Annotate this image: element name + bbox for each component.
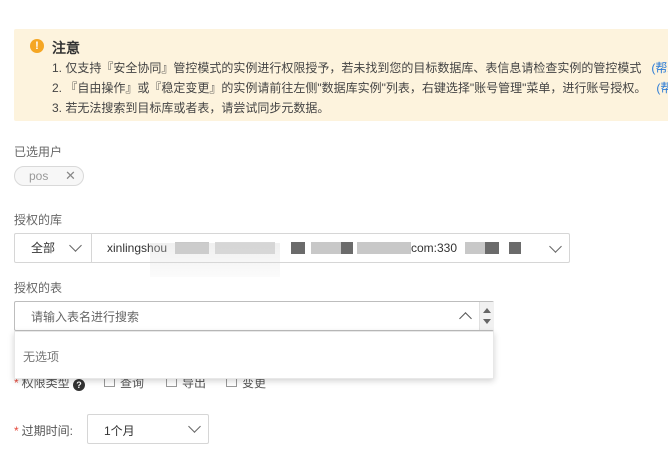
spin-up-icon[interactable] <box>483 308 491 313</box>
scrollbar-spinner[interactable] <box>479 302 494 330</box>
redaction-mark <box>465 242 485 254</box>
selected-users-label: 已选用户 <box>14 145 63 159</box>
empty-option: 无选项 <box>23 350 60 364</box>
user-tag: pos ✕ <box>14 166 84 186</box>
redaction-mark <box>357 242 411 254</box>
redaction-haze <box>150 243 280 277</box>
notice-line-1: 1. 仅支持『安全协同』管控模式的实例进行权限授予，若未找到您的目标数据库、表信… <box>52 59 668 76</box>
chevron-down-icon <box>69 239 82 252</box>
notice-line-3: 3. 若无法搜索到目标库或者表，请尝试同步元数据。 <box>52 101 330 115</box>
help-icon[interactable]: ? <box>73 379 86 391</box>
redaction-mark <box>509 242 521 254</box>
user-tag-text: pos <box>29 169 49 183</box>
close-icon[interactable]: ✕ <box>65 167 76 185</box>
database-selector[interactable]: 全部 xinlingshou com:330 <box>14 233 570 263</box>
redaction-mark <box>341 242 353 254</box>
table-search-input[interactable] <box>29 306 453 328</box>
chevron-down-icon[interactable] <box>549 240 562 253</box>
chevron-down-icon <box>188 420 201 433</box>
redaction-mark <box>485 242 499 254</box>
table-dropdown: 无选项 <box>14 331 494 379</box>
chevron-up-icon[interactable] <box>459 312 472 325</box>
expiry-label: 过期时间: <box>21 424 74 438</box>
warning-icon: ! <box>30 39 44 53</box>
table-label: 授权的表 <box>14 281 63 295</box>
database-value-suffix: com:330 <box>411 241 458 255</box>
redaction-mark <box>291 242 305 254</box>
table-search-field[interactable] <box>14 301 494 331</box>
spin-down-icon[interactable] <box>483 319 491 324</box>
notice-title: 注意 <box>52 40 80 56</box>
expiry-select[interactable]: 1个月 <box>87 414 209 444</box>
notice-box: ! 注意 1. 仅支持『安全协同』管控模式的实例进行权限授予，若未找到您的目标数… <box>14 29 668 121</box>
expiry-label-wrap: * 过期时间: <box>14 424 74 438</box>
database-label: 授权的库 <box>14 213 63 227</box>
help-link-2[interactable]: (帮助文 <box>656 81 668 95</box>
database-scope-select[interactable]: 全部 <box>15 234 92 262</box>
redaction-mark <box>311 242 341 254</box>
help-link-1[interactable]: (帮助文 <box>651 61 668 75</box>
notice-line-2: 2. 『自由操作』或『稳定变更』的实例请前往左侧"数据库实例"列表，右键选择"账… <box>52 79 668 96</box>
